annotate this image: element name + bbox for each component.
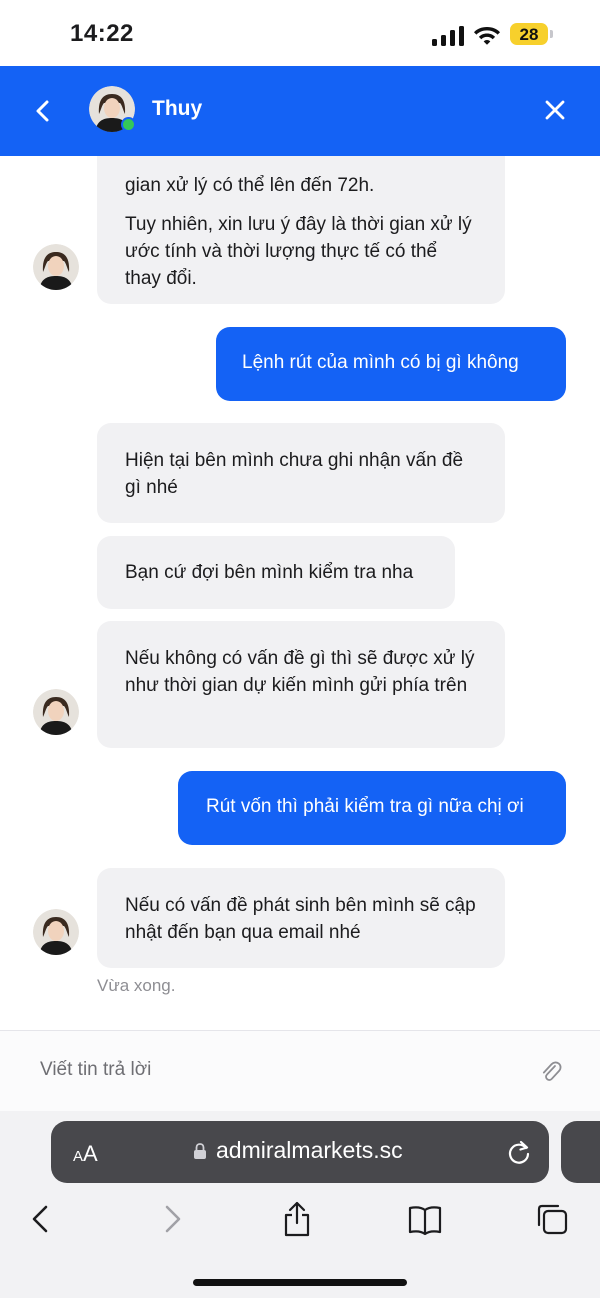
status-time: 14:22 <box>70 20 134 47</box>
paperclip-icon[interactable] <box>538 1059 564 1085</box>
agent-name: Thuy <box>152 97 203 120</box>
text-size-button[interactable]: AA <box>73 1141 98 1167</box>
user-message: Lệnh rút của mình có bị gì không <box>216 327 566 401</box>
status-bar: 14:22 28 <box>0 0 600 66</box>
browser-chrome: AA admiralmarkets.sc <box>0 1111 600 1298</box>
agent-message: Nếu có vấn đề phát sinh bên mình sẽ cập … <box>97 868 505 968</box>
user-message: Rút vốn thì phải kiểm tra gì nữa chị ơi <box>178 771 566 845</box>
wifi-icon <box>474 27 500 45</box>
chat-messages[interactable]: gian xử lý có thể lên đến 72h. Tuy nhiên… <box>0 156 600 1030</box>
message-paragraph: Tuy nhiên, xin lưu ý đây là thời gian xử… <box>125 214 472 289</box>
message-text: Lệnh rút của mình có bị gì không <box>242 352 519 373</box>
agent-avatar <box>33 244 79 290</box>
reload-icon[interactable] <box>507 1139 531 1165</box>
reply-input[interactable]: Viết tin trả lời <box>40 1059 151 1081</box>
url-text[interactable]: admiralmarkets.sc <box>216 1137 403 1164</box>
message-paragraph: gian xử lý có thể lên đến 72h. <box>125 175 375 196</box>
online-status-dot <box>121 117 136 132</box>
agent-message: Hiện tại bên mình chưa ghi nhận vấn đề g… <box>97 423 505 523</box>
battery-indicator: 28 <box>510 23 554 47</box>
chat-header: Thuy <box>0 66 600 156</box>
home-indicator <box>193 1279 407 1286</box>
share-icon[interactable] <box>280 1199 314 1239</box>
battery-level: 28 <box>519 25 539 44</box>
message-text: Nếu có vấn đề phát sinh bên mình sẽ cập … <box>125 895 476 943</box>
next-tab-preview[interactable] <box>561 1121 600 1183</box>
reply-bar: Viết tin trả lời <box>0 1030 600 1112</box>
back-arrow-icon[interactable] <box>24 1199 58 1239</box>
message-text: Bạn cứ đợi bên mình kiểm tra nha <box>125 562 414 583</box>
message-text: Hiện tại bên mình chưa ghi nhận vấn đề g… <box>125 450 464 498</box>
address-bar[interactable]: AA admiralmarkets.sc <box>51 1121 549 1183</box>
lock-icon <box>194 1143 206 1159</box>
cellular-signal-icon <box>432 26 464 46</box>
agent-avatar <box>33 689 79 735</box>
close-icon[interactable] <box>541 96 569 124</box>
forward-arrow-icon[interactable] <box>155 1199 189 1239</box>
agent-message: gian xử lý có thể lên đến 72h. Tuy nhiên… <box>97 156 505 304</box>
message-text: Nếu không có vấn đề gì thì sẽ được xử lý… <box>125 648 475 696</box>
message-timestamp: Vừa xong. <box>97 976 176 995</box>
tabs-icon[interactable] <box>535 1199 569 1239</box>
agent-avatar <box>33 909 79 955</box>
message-text: Rút vốn thì phải kiểm tra gì nữa chị ơi <box>206 796 524 817</box>
agent-message: Bạn cứ đợi bên mình kiểm tra nha <box>97 536 455 609</box>
agent-message: Nếu không có vấn đề gì thì sẽ được xử lý… <box>97 621 505 748</box>
bookmarks-icon[interactable] <box>408 1199 442 1239</box>
chevron-left-icon[interactable] <box>28 96 58 126</box>
